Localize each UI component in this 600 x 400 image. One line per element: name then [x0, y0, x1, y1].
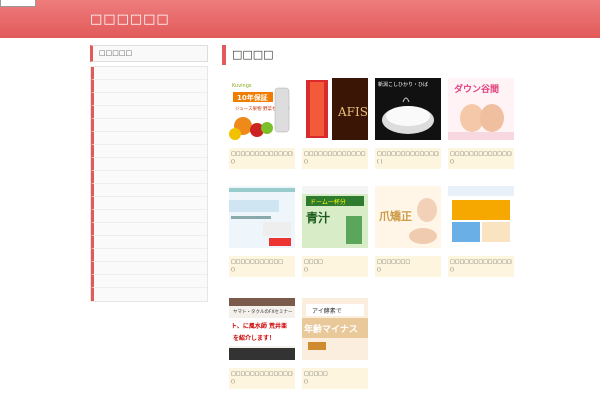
- article-thumbnail[interactable]: [229, 186, 295, 248]
- svg-text:アイ酵素で: アイ酵素で: [312, 307, 342, 315]
- sidebar-item[interactable]: [91, 210, 207, 223]
- sidebar-item[interactable]: [91, 93, 207, 106]
- article-card[interactable]: ダウン谷間 □□□□□□□□□□□□□□□□□□□ (): [448, 78, 514, 169]
- article-thumbnail[interactable]: ヤマト・タクルのFXセミナー ト、に風水師 荒井亜 を紹介します！: [229, 298, 295, 360]
- svg-text:ト、に風水師 荒井亜: ト、に風水師 荒井亜: [231, 322, 287, 330]
- article-caption: □□□□□□□ (): [375, 256, 441, 277]
- article-card[interactable]: ヤマト・タクルのFXセミナー ト、に風水師 荒井亜 を紹介します！ □□□□□□…: [229, 298, 295, 389]
- article-title[interactable]: □□□□□□□: [377, 258, 439, 266]
- svg-text:ダウン谷間: ダウン谷間: [454, 83, 499, 95]
- sidebar-item[interactable]: [91, 106, 207, 119]
- article-title[interactable]: □□□□: [304, 258, 366, 266]
- article-card[interactable]: 爪矯正 □□□□□□□ (): [375, 186, 441, 277]
- article-thumbnail[interactable]: AFIS: [302, 78, 368, 140]
- article-thumbnail[interactable]: Kuvings 10年保証 ジュース果物 野菜セット付: [229, 78, 295, 140]
- article-caption: □□□□□□□□□□□□□□□□□□□ (): [448, 148, 514, 169]
- svg-text:ヤマト・タクルのFXセミナー: ヤマト・タクルのFXセミナー: [233, 308, 293, 315]
- sidebar-item[interactable]: [91, 249, 207, 262]
- svg-text:ドーム一杯分: ドーム一杯分: [310, 198, 346, 206]
- sidebar-item[interactable]: [91, 262, 207, 275]
- article-date: (): [231, 379, 235, 385]
- article-caption: □□□□□□□□□□□□□ (): [302, 148, 368, 169]
- article-thumbnail[interactable]: 爪矯正: [375, 186, 441, 248]
- main-content: □□□□: [222, 45, 522, 65]
- sidebar-item[interactable]: [91, 275, 207, 288]
- article-thumbnail[interactable]: ドーム一杯分 青汁: [302, 186, 368, 248]
- article-date: (): [377, 267, 381, 273]
- article-title[interactable]: □□□□□□□□□□□□□□□: [231, 370, 293, 378]
- site-title[interactable]: □□□□□□: [90, 12, 170, 27]
- article-card[interactable]: ドーム一杯分 青汁 □□□□ (): [302, 186, 368, 277]
- article-title[interactable]: □□□□□□□□□□□□□□□□□□□□V□□□□□□: [450, 258, 512, 266]
- svg-text:を紹介します！: を紹介します！: [233, 334, 275, 342]
- sidebar-item[interactable]: [91, 158, 207, 171]
- sidebar: □□□□□: [90, 45, 208, 302]
- article-date: (): [304, 159, 308, 165]
- article-thumbnail[interactable]: 新潟こしひかり・ひば: [375, 78, 441, 140]
- article-date: (): [231, 267, 235, 273]
- article-card[interactable]: □□□□□□□□□□□□□□□□□□□□V□□□□□□ (): [448, 186, 514, 277]
- article-title[interactable]: □□□□□□□□□□□□□□□□□□□□□□□□□□□□: [377, 150, 439, 158]
- article-title[interactable]: □□□□□□□□□□□□□□□□□□□□□□□□□□□□: [231, 150, 293, 158]
- article-date: ( ): [377, 159, 383, 165]
- article-title[interactable]: □□□□□□□□□□□□□□□□□□□: [450, 150, 512, 158]
- article-date: (): [304, 267, 308, 273]
- article-date: (): [450, 159, 454, 165]
- article-caption: □□□□□□□□□□□ (): [229, 256, 295, 277]
- article-card[interactable]: アイ酵素で 年齢マイナス □□□□□ (): [302, 298, 368, 389]
- svg-text:年齢マイナス: 年齢マイナス: [304, 323, 358, 335]
- admin-toggle[interactable]: [0, 0, 36, 7]
- article-caption: □□□□ (): [302, 256, 368, 277]
- svg-text:AFIS: AFIS: [337, 105, 368, 119]
- article-thumbnail[interactable]: アイ酵素で 年齢マイナス: [302, 298, 368, 360]
- sidebar-item[interactable]: [91, 197, 207, 210]
- article-date: (): [450, 267, 454, 273]
- sidebar-item[interactable]: [91, 80, 207, 93]
- svg-text:Kuvings: Kuvings: [232, 83, 252, 89]
- sidebar-heading: □□□□□: [90, 45, 208, 62]
- sidebar-list: [90, 66, 208, 302]
- article-date: (): [304, 379, 308, 385]
- svg-text:青汁: 青汁: [306, 210, 330, 225]
- site-header: □□□□□□: [0, 0, 600, 38]
- sidebar-item[interactable]: [91, 132, 207, 145]
- article-card[interactable]: Kuvings 10年保証 ジュース果物 野菜セット付 □□□□□□□□□□□□…: [229, 78, 295, 169]
- svg-text:10年保証: 10年保証: [237, 93, 268, 102]
- article-caption: □□□□□□□□□□□□□□□□□□□□V□□□□□□ (): [448, 256, 514, 277]
- sidebar-item[interactable]: [91, 184, 207, 197]
- article-card[interactable]: 新潟こしひかり・ひば □□□□□□□□□□□□□□□□□□□□□□□□□□□□ …: [375, 78, 441, 169]
- article-caption: □□□□□□□□□□□□□□□ (): [229, 368, 295, 389]
- svg-text:新潟こしひかり・ひば: 新潟こしひかり・ひば: [378, 81, 428, 88]
- article-caption: □□□□□ (): [302, 368, 368, 389]
- article-title[interactable]: □□□□□: [304, 370, 366, 378]
- svg-text:爪矯正: 爪矯正: [379, 209, 412, 223]
- article-card[interactable]: AFIS □□□□□□□□□□□□□ (): [302, 78, 368, 169]
- article-title[interactable]: □□□□□□□□□□□: [231, 258, 293, 266]
- sidebar-item[interactable]: [91, 119, 207, 132]
- sidebar-item[interactable]: [91, 236, 207, 249]
- sidebar-item[interactable]: [91, 171, 207, 184]
- article-card[interactable]: □□□□□□□□□□□ (): [229, 186, 295, 277]
- sidebar-item[interactable]: [91, 67, 207, 80]
- section-title: □□□□: [222, 45, 522, 65]
- sidebar-item[interactable]: [91, 145, 207, 158]
- article-title[interactable]: □□□□□□□□□□□□□: [304, 150, 366, 158]
- sidebar-item[interactable]: [91, 288, 207, 301]
- article-date: (): [231, 159, 235, 165]
- article-caption: □□□□□□□□□□□□□□□□□□□□□□□□□□□□ ( ): [375, 148, 441, 169]
- article-thumbnail[interactable]: ダウン谷間: [448, 78, 514, 140]
- article-thumbnail[interactable]: [448, 186, 514, 248]
- article-caption: □□□□□□□□□□□□□□□□□□□□□□□□□□□□ (): [229, 148, 295, 169]
- sidebar-item[interactable]: [91, 223, 207, 236]
